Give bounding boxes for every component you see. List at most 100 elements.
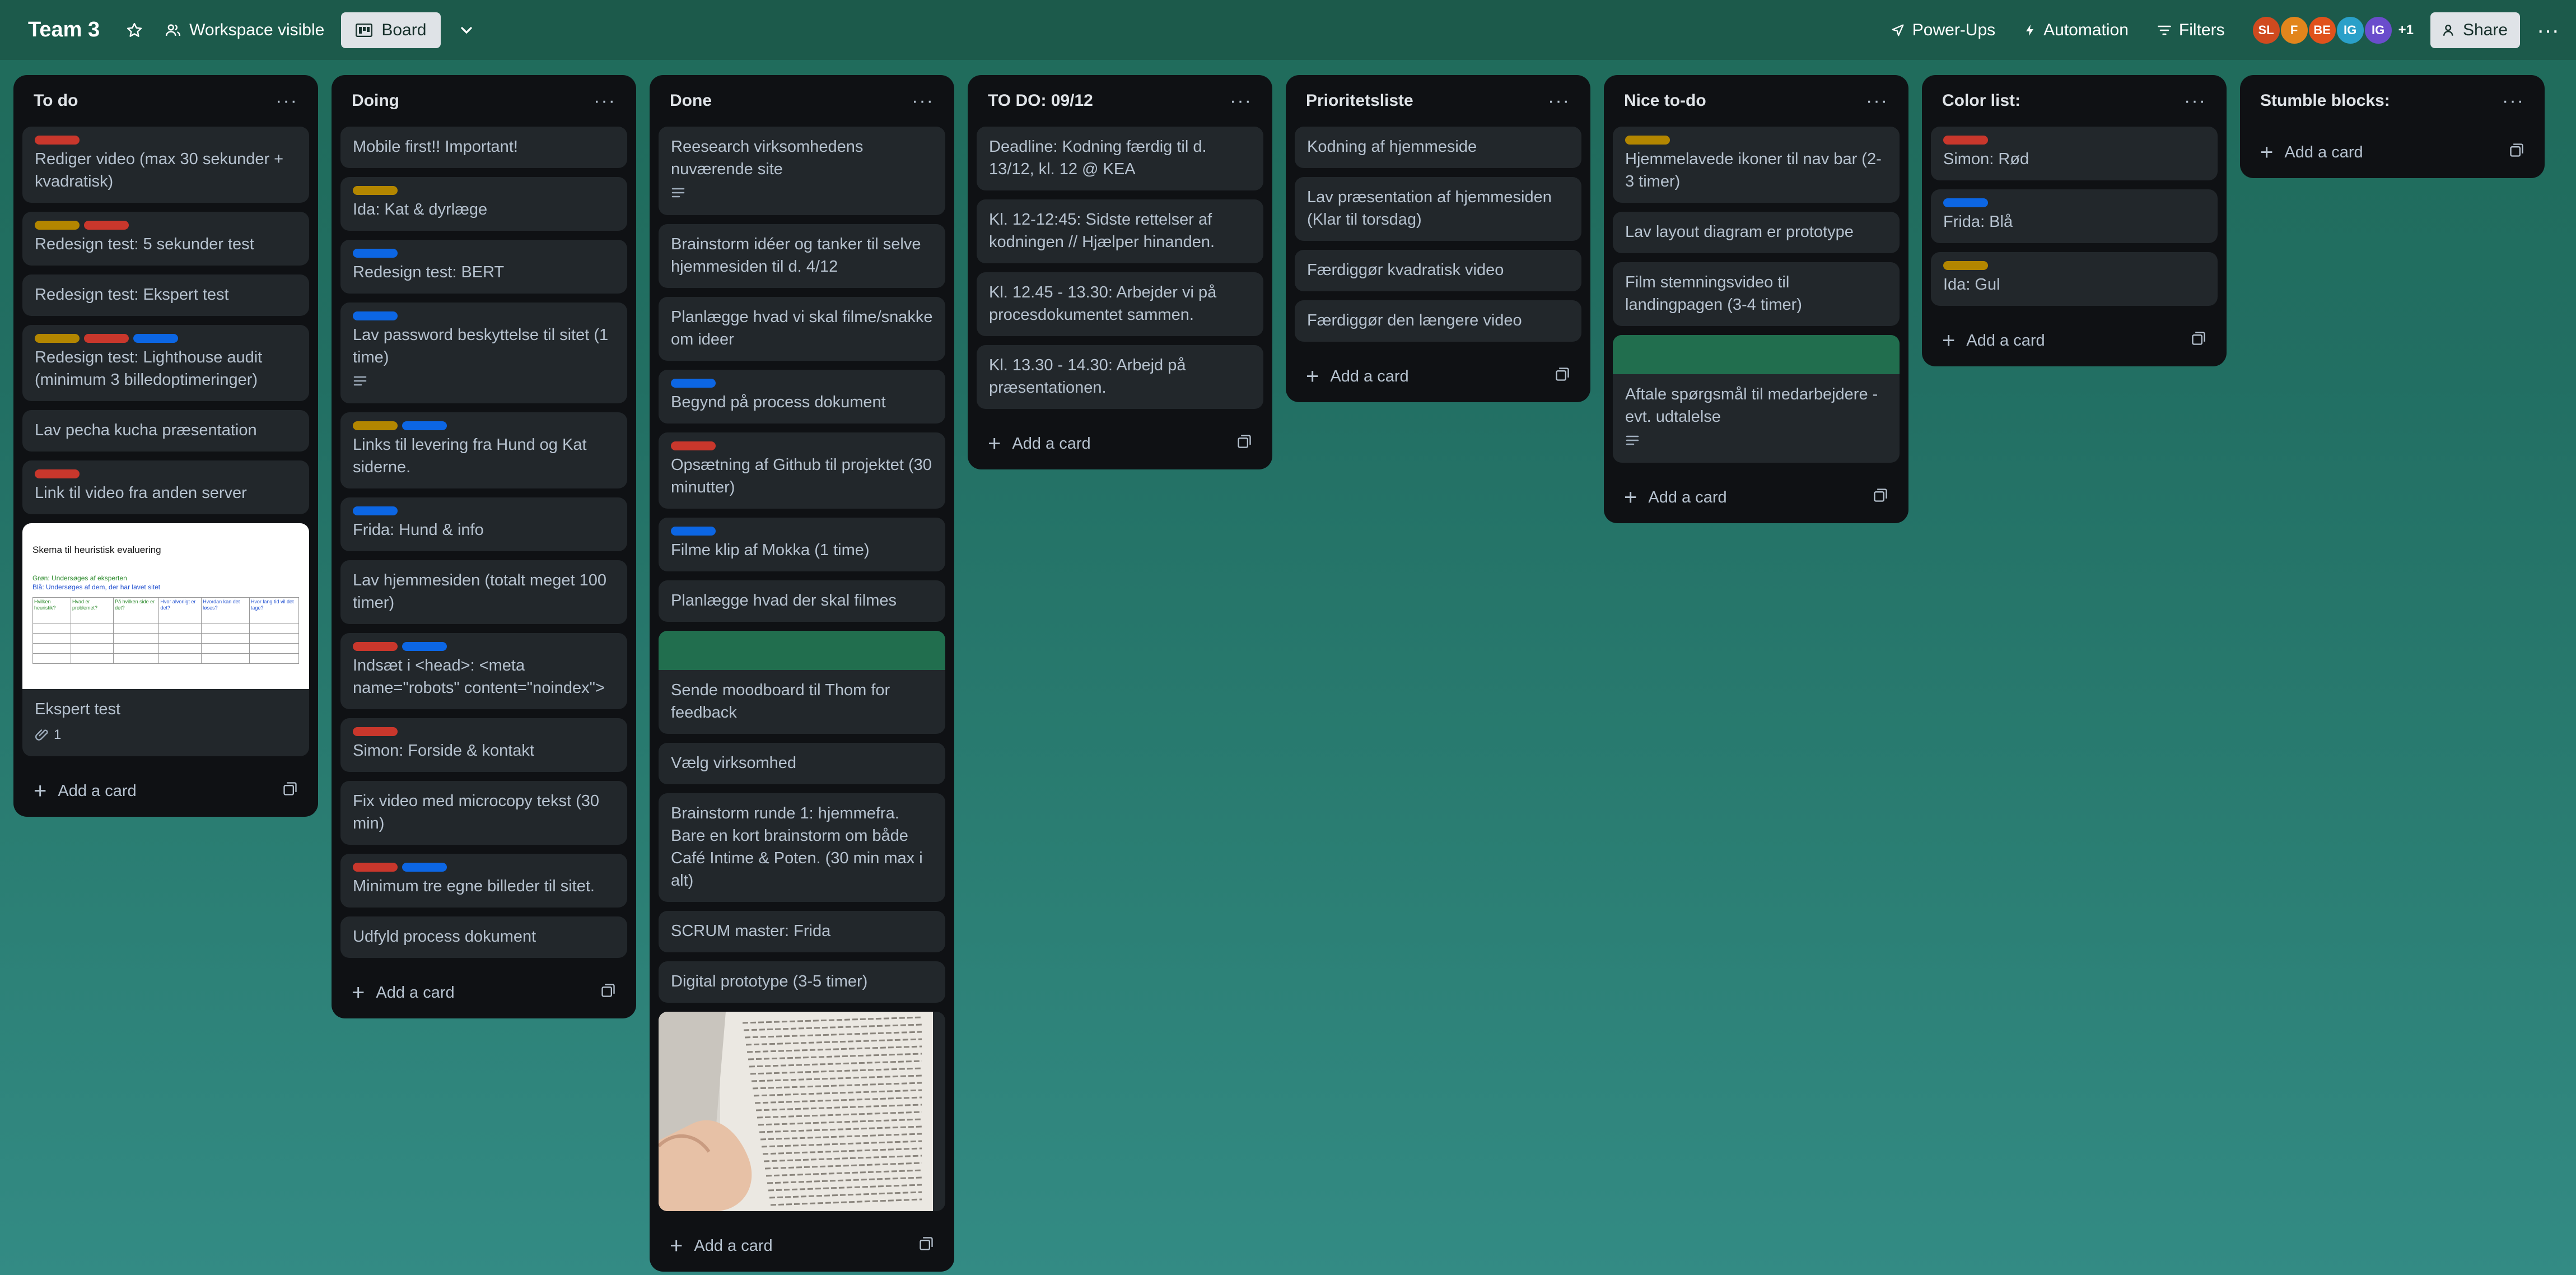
label-blue[interactable] (353, 249, 398, 258)
avatar[interactable]: SL (2251, 15, 2281, 45)
list-menu-icon[interactable]: ··· (1866, 90, 1888, 112)
template-icon[interactable] (600, 983, 616, 1003)
share-button[interactable]: Share (2430, 12, 2521, 48)
avatar[interactable]: IG (2363, 15, 2393, 45)
card[interactable]: Reesearch virksomhedens nuværende site (659, 127, 945, 215)
add-card-button[interactable]: + Add a card (670, 1235, 773, 1257)
label-blue[interactable] (402, 863, 447, 872)
visibility-button[interactable]: Workspace visible (165, 21, 324, 40)
avatar[interactable]: IG (2335, 15, 2365, 45)
label-red[interactable] (84, 221, 129, 230)
card[interactable]: Ida: Gul (1931, 252, 2218, 306)
card[interactable]: Begynd på process dokument (659, 370, 945, 424)
list-menu-icon[interactable]: ··· (1548, 90, 1570, 112)
card[interactable]: Simon: Rød (1931, 127, 2218, 180)
label-red[interactable] (35, 469, 80, 478)
add-card-button[interactable]: + Add a card (1306, 365, 1409, 388)
card[interactable]: Brainstorm idéer og tanker til selve hje… (659, 224, 945, 288)
template-icon[interactable] (2509, 142, 2524, 162)
card[interactable]: Lav password beskyttelse til sitet (1 ti… (340, 303, 627, 403)
list-menu-icon[interactable]: ··· (912, 90, 934, 112)
card[interactable]: Redesign test: Ekspert test (22, 274, 309, 316)
board-title[interactable]: Team 3 (28, 18, 100, 42)
list-menu-icon[interactable]: ··· (2502, 90, 2524, 112)
card[interactable]: Sende moodboard til Thom for feedback (659, 631, 945, 734)
avatar[interactable]: F (2279, 15, 2309, 45)
list-menu-icon[interactable]: ··· (276, 90, 298, 112)
card[interactable]: Planlægge hvad der skal filmes (659, 580, 945, 622)
list-title[interactable]: Stumble blocks: (2260, 91, 2390, 110)
list-title[interactable]: To do (34, 91, 78, 110)
add-card-button[interactable]: + Add a card (352, 981, 455, 1004)
card[interactable]: Planlægge hvad vi skal filme/snakke om i… (659, 297, 945, 361)
list-title[interactable]: Prioritetsliste (1306, 91, 1413, 110)
chevron-down-icon[interactable] (453, 17, 480, 44)
label-blue[interactable] (353, 506, 398, 515)
card[interactable]: Rediger video (max 30 sekunder + kvadrat… (22, 127, 309, 203)
card[interactable]: Hjemmelavede ikoner til nav bar (2-3 tim… (1613, 127, 1900, 203)
card[interactable]: Kl. 13.30 - 14.30: Arbejd på præsentatio… (977, 345, 1263, 409)
card[interactable]: Lav præsentation af hjemmesiden (Klar ti… (1295, 177, 1581, 241)
card[interactable]: Kl. 12-12:45: Sidste rettelser af kodnin… (977, 199, 1263, 263)
more-members-count[interactable]: +1 (2398, 22, 2414, 38)
card[interactable]: Redesign test: BERT (340, 240, 627, 294)
card[interactable]: Links til levering fra Hund og Kat sider… (340, 412, 627, 488)
list-menu-icon[interactable]: ··· (594, 90, 616, 112)
label-red[interactable] (1943, 136, 1988, 145)
add-card-button[interactable]: + Add a card (1942, 329, 2045, 352)
card[interactable]: Lav pecha kucha præsentation (22, 410, 309, 452)
card[interactable]: SCRUM master: Frida (659, 911, 945, 952)
board-view-button[interactable]: Board (341, 12, 441, 48)
card[interactable]: Opsætning af Github til projektet (30 mi… (659, 432, 945, 509)
label-red[interactable] (353, 727, 398, 736)
list-menu-icon[interactable]: ··· (2184, 90, 2206, 112)
card[interactable]: Vælg virksomhed (659, 743, 945, 784)
card[interactable]: Deadline: Kodning færdig til d. 13/12, k… (977, 127, 1263, 190)
list-title[interactable]: Nice to-do (1624, 91, 1706, 110)
label-blue[interactable] (133, 334, 178, 343)
label-blue[interactable] (353, 311, 398, 320)
list-title[interactable]: Color list: (1942, 91, 2020, 110)
card[interactable]: Kodning af hjemmeside (1295, 127, 1581, 168)
card[interactable]: Aftale spørgsmål til medarbejdere - evt.… (1613, 335, 1900, 463)
card[interactable]: Redesign test: 5 sekunder test (22, 212, 309, 266)
template-icon[interactable] (282, 781, 298, 801)
label-yellow[interactable] (35, 334, 80, 343)
label-blue[interactable] (402, 642, 447, 651)
list-title[interactable]: Done (670, 91, 712, 110)
filters-button[interactable]: Filters (2157, 21, 2225, 40)
card[interactable]: Udfyld process dokument (340, 916, 627, 958)
add-card-button[interactable]: + Add a card (988, 432, 1091, 455)
template-icon[interactable] (918, 1236, 934, 1256)
label-yellow[interactable] (353, 421, 398, 430)
card[interactable]: Frida: Hund & info (340, 497, 627, 551)
card[interactable]: Lav layout diagram er prototype (1613, 212, 1900, 253)
template-icon[interactable] (2191, 331, 2206, 351)
label-yellow[interactable] (35, 221, 80, 230)
automation-button[interactable]: Automation (2023, 21, 2129, 40)
star-icon[interactable] (121, 17, 148, 44)
list-title[interactable]: Doing (352, 91, 399, 110)
card[interactable]: Lav hjemmesiden (totalt meget 100 timer) (340, 560, 627, 624)
card[interactable]: Frida: Blå (1931, 189, 2218, 243)
label-blue[interactable] (402, 421, 447, 430)
card[interactable]: Færdiggør den længere video (1295, 300, 1581, 342)
add-card-button[interactable]: + Add a card (34, 780, 137, 802)
label-red[interactable] (671, 441, 716, 450)
label-yellow[interactable] (1625, 136, 1670, 145)
more-menu-icon[interactable]: ··· (2537, 19, 2559, 41)
card[interactable]: Brainstorm runde 1: hjemmefra. Bare en k… (659, 793, 945, 902)
card[interactable]: Færdiggør kvadratisk video (1295, 250, 1581, 291)
label-red[interactable] (353, 863, 398, 872)
card[interactable]: Minimum tre egne billeder til sitet. (340, 854, 627, 908)
label-red[interactable] (35, 136, 80, 145)
card[interactable]: Digital prototype (3-5 timer) (659, 961, 945, 1003)
card[interactable]: Link til video fra anden server (22, 460, 309, 514)
list-menu-icon[interactable]: ··· (1230, 90, 1252, 112)
card[interactable]: Fix video med microcopy tekst (30 min) (340, 781, 627, 845)
card[interactable]: Mobile first!! Important! (340, 127, 627, 168)
label-red[interactable] (353, 642, 398, 651)
list-title[interactable]: TO DO: 09/12 (988, 91, 1093, 110)
card[interactable]: Indsæt i <head>: <meta name="robots" con… (340, 633, 627, 709)
add-card-button[interactable]: + Add a card (1624, 486, 1727, 509)
